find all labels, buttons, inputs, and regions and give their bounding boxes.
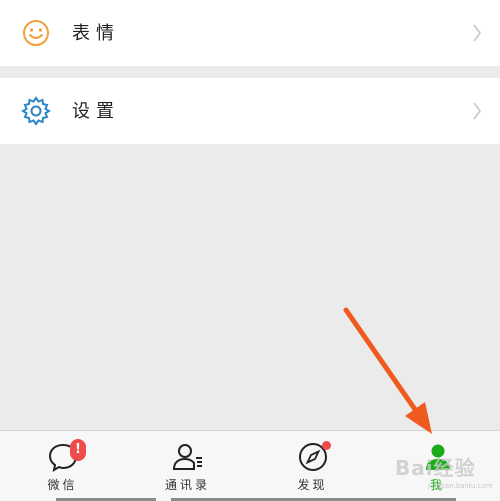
annotation-arrow-icon [343,307,432,434]
